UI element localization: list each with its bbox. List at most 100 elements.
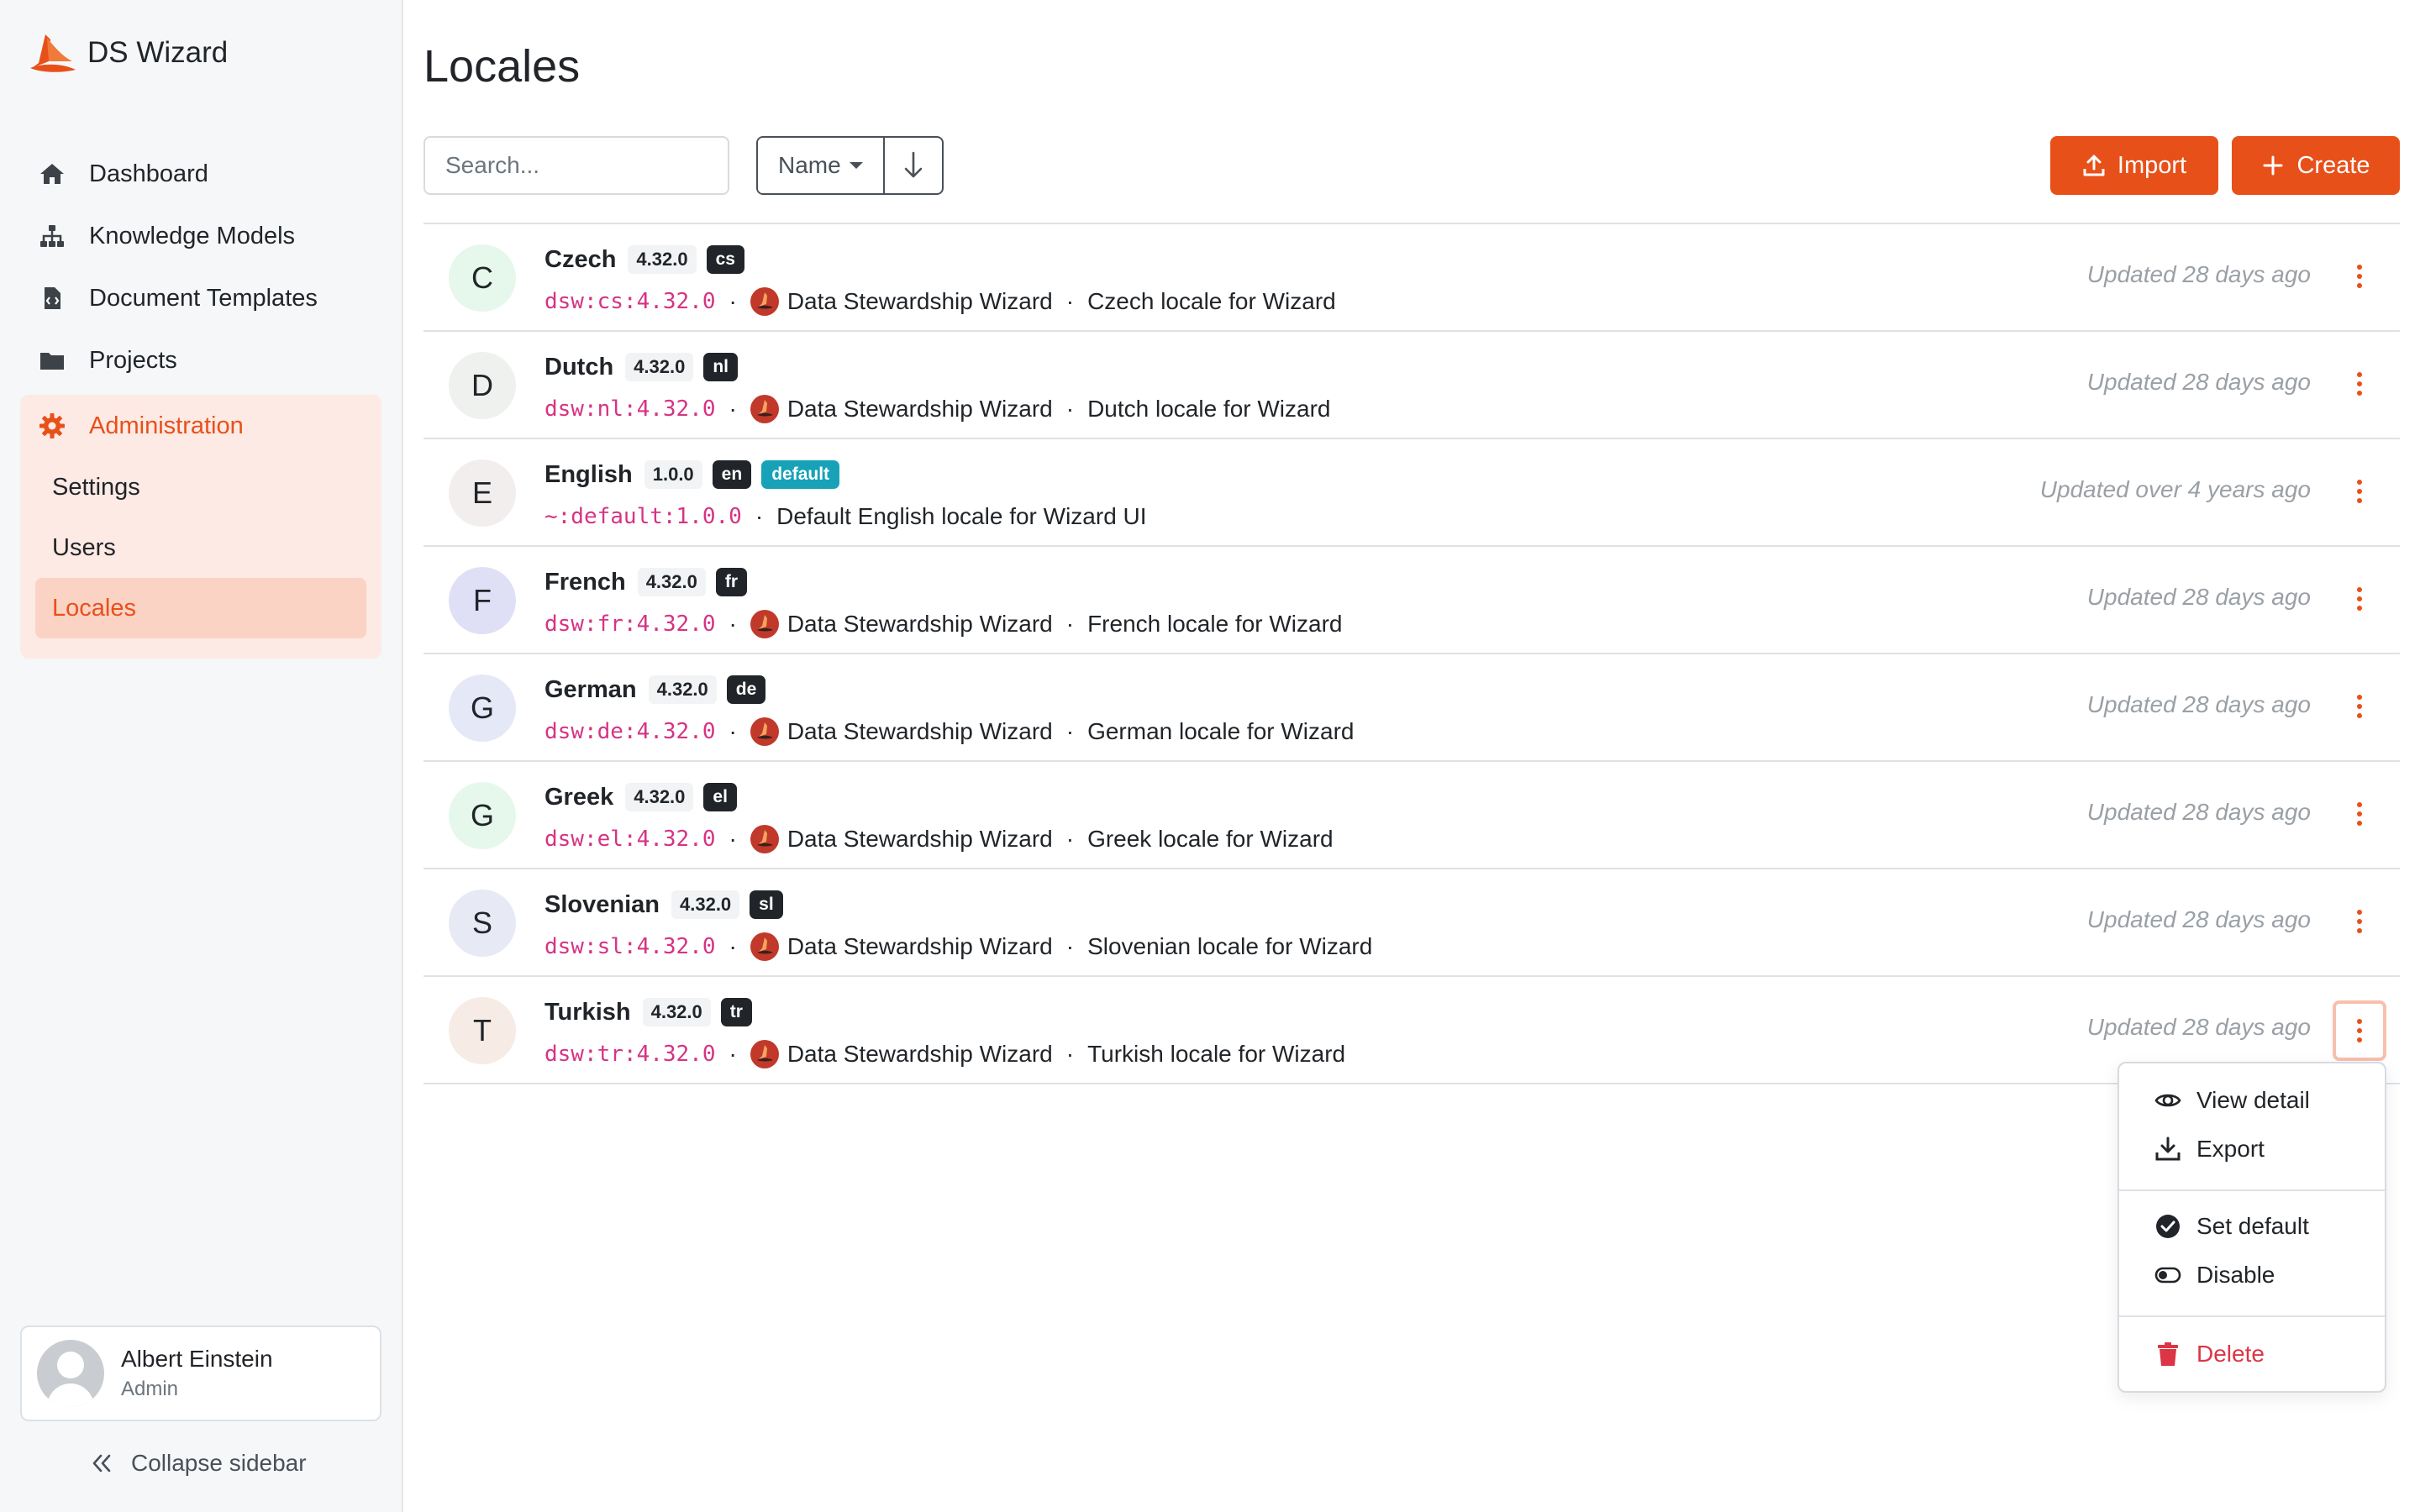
version-badge: 4.32.0 bbox=[648, 675, 717, 704]
separator-dot: · bbox=[1065, 611, 1075, 637]
row-actions-button[interactable] bbox=[2339, 471, 2380, 512]
row-actions-button[interactable] bbox=[2339, 364, 2380, 404]
menu-export[interactable]: Export bbox=[2154, 1136, 2265, 1163]
locale-code-badge: de bbox=[726, 675, 766, 704]
sitemap-icon bbox=[37, 221, 67, 251]
admin-section: Administration Settings Users Locales bbox=[20, 395, 381, 659]
kebab-menu-icon bbox=[2357, 1019, 2362, 1042]
version-badge: 1.0.0 bbox=[644, 460, 702, 489]
nav-projects[interactable]: Projects bbox=[20, 329, 381, 391]
locale-row[interactable]: D Dutch 4.32.0 nl dsw:nl:4.32.0 · Data S… bbox=[424, 332, 2400, 439]
menu-disable[interactable]: Disable bbox=[2154, 1262, 2275, 1289]
organization-logo-icon bbox=[750, 717, 779, 746]
locale-row[interactable]: E English 1.0.0 en default ~:default:1.0… bbox=[424, 439, 2400, 547]
row-actions-button[interactable] bbox=[2339, 579, 2380, 619]
locale-code-badge: fr bbox=[715, 568, 748, 596]
create-button[interactable]: Create bbox=[2232, 136, 2400, 195]
version-badge: 4.32.0 bbox=[625, 783, 694, 811]
sort-field-label: Name bbox=[778, 152, 841, 178]
nav-administration[interactable]: Administration bbox=[20, 395, 381, 457]
brand-name: DS Wizard bbox=[87, 36, 229, 69]
sidebar: DS Wizard Dashboard Knowledge Models Doc… bbox=[0, 0, 403, 1512]
menu-delete-label: Delete bbox=[2196, 1341, 2265, 1367]
organization-name: Data Stewardship Wizard bbox=[786, 933, 1053, 959]
nav-locales[interactable]: Locales bbox=[35, 578, 366, 638]
version-badge: 4.32.0 bbox=[671, 890, 740, 919]
separator-dot: · bbox=[1065, 288, 1075, 314]
updated-at: Updated 28 days ago bbox=[2086, 691, 2311, 717]
row-actions-button[interactable] bbox=[2339, 256, 2380, 297]
search-input[interactable] bbox=[424, 136, 729, 195]
eye-icon bbox=[2154, 1094, 2181, 1107]
plus-icon bbox=[2263, 155, 2283, 176]
locale-name[interactable]: Slovenian bbox=[544, 891, 660, 919]
caret-down-icon bbox=[849, 162, 863, 169]
organization-logo-icon bbox=[750, 1040, 779, 1068]
collapse-sidebar-button[interactable]: Collapse sidebar bbox=[89, 1450, 307, 1477]
nav-document-templates[interactable]: Document Templates bbox=[20, 267, 381, 329]
menu-set-default[interactable]: Set default bbox=[2154, 1213, 2309, 1240]
sort-direction-button[interactable] bbox=[882, 138, 942, 193]
import-button[interactable]: Import bbox=[2050, 136, 2218, 195]
nav-users[interactable]: Users bbox=[35, 517, 366, 578]
locale-row[interactable]: G German 4.32.0 de dsw:de:4.32.0 · Data … bbox=[424, 654, 2400, 762]
sort-field-dropdown[interactable]: Name bbox=[758, 138, 883, 193]
menu-view-detail[interactable]: View detail bbox=[2154, 1087, 2310, 1114]
organization-name: Data Stewardship Wizard bbox=[786, 826, 1053, 852]
row-actions-button[interactable] bbox=[2339, 794, 2380, 834]
import-button-label: Import bbox=[2117, 151, 2187, 179]
locale-row[interactable]: C Czech 4.32.0 cs dsw:cs:4.32.0 · Data S… bbox=[424, 224, 2400, 332]
folder-icon bbox=[37, 345, 67, 375]
row-actions-button[interactable] bbox=[2333, 1000, 2386, 1061]
organization-logo-icon bbox=[750, 395, 779, 423]
locale-row[interactable]: F French 4.32.0 fr dsw:fr:4.32.0 · Data … bbox=[424, 547, 2400, 654]
locale-row[interactable]: T Turkish 4.32.0 tr dsw:tr:4.32.0 · Data… bbox=[424, 977, 2400, 1084]
organization-name: Data Stewardship Wizard bbox=[786, 611, 1053, 637]
row-actions-button[interactable] bbox=[2339, 686, 2380, 727]
nav-knowledge-models[interactable]: Knowledge Models bbox=[20, 205, 381, 267]
double-chevron-left-icon bbox=[92, 1454, 111, 1473]
locale-name[interactable]: English bbox=[544, 461, 633, 489]
locale-row[interactable]: S Slovenian 4.32.0 sl dsw:sl:4.32.0 · Da… bbox=[424, 869, 2400, 977]
locale-code-badge: sl bbox=[750, 890, 783, 919]
separator-dot: · bbox=[729, 396, 737, 422]
user-profile[interactable]: Albert Einstein Admin bbox=[20, 1326, 381, 1421]
menu-disable-label: Disable bbox=[2196, 1262, 2275, 1288]
updated-at: Updated 28 days ago bbox=[2086, 261, 2311, 287]
brand[interactable]: DS Wizard bbox=[29, 30, 228, 76]
row-actions-button[interactable] bbox=[2339, 901, 2380, 942]
nav-knowledge-models-label: Knowledge Models bbox=[89, 222, 296, 249]
locale-description: Slovenian locale for Wizard bbox=[1087, 933, 1373, 959]
locale-name[interactable]: German bbox=[544, 676, 637, 704]
locale-name[interactable]: Turkish bbox=[544, 999, 631, 1026]
menu-set-default-label: Set default bbox=[2196, 1213, 2309, 1239]
locale-description: German locale for Wizard bbox=[1087, 718, 1355, 744]
wizard-hat-logo-icon bbox=[30, 34, 76, 72]
check-circle-icon bbox=[2156, 1215, 2180, 1238]
menu-divider bbox=[2119, 1315, 2385, 1317]
version-badge: 4.32.0 bbox=[642, 998, 711, 1026]
download-icon bbox=[2155, 1137, 2181, 1161]
create-button-label: Create bbox=[2296, 151, 2370, 179]
gear-icon bbox=[37, 411, 67, 441]
locale-name[interactable]: Czech bbox=[544, 246, 616, 274]
locale-id: dsw:de:4.32.0 bbox=[544, 719, 716, 744]
version-badge: 4.32.0 bbox=[625, 353, 694, 381]
locale-avatar: G bbox=[449, 782, 516, 849]
locale-name[interactable]: French bbox=[544, 569, 626, 596]
kebab-menu-icon bbox=[2357, 802, 2362, 826]
updated-at: Updated over 4 years ago bbox=[2039, 476, 2311, 502]
nav-settings[interactable]: Settings bbox=[35, 457, 366, 517]
nav-document-templates-label: Document Templates bbox=[89, 284, 318, 312]
locale-name[interactable]: Dutch bbox=[544, 354, 613, 381]
locale-name[interactable]: Greek bbox=[544, 784, 613, 811]
home-icon bbox=[37, 159, 67, 189]
menu-delete[interactable]: Delete bbox=[2154, 1341, 2265, 1368]
locale-id: dsw:sl:4.32.0 bbox=[544, 934, 716, 959]
organization-logo-icon bbox=[750, 932, 779, 961]
nav-dashboard[interactable]: Dashboard bbox=[20, 143, 381, 205]
locale-code-badge: tr bbox=[720, 998, 752, 1026]
locale-row[interactable]: G Greek 4.32.0 el dsw:el:4.32.0 · Data S… bbox=[424, 762, 2400, 869]
locale-id: dsw:el:4.32.0 bbox=[544, 827, 716, 852]
menu-export-label: Export bbox=[2196, 1136, 2265, 1162]
